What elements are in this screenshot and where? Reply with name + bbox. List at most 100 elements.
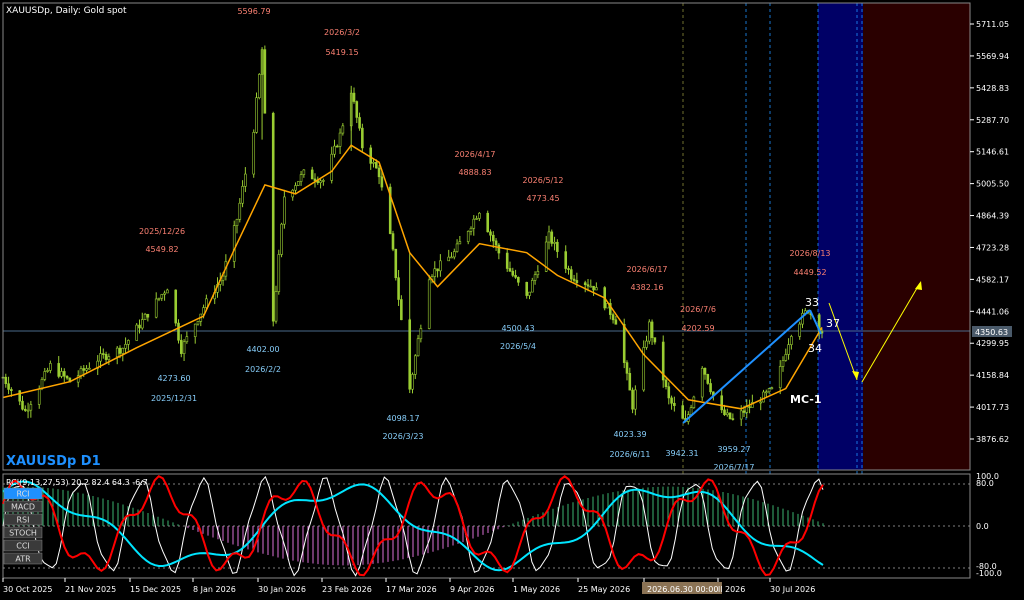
candle-body (196, 321, 200, 325)
candle-body (689, 407, 693, 415)
candle-body (380, 176, 384, 188)
candle-body (160, 294, 164, 299)
candle-body (46, 370, 49, 372)
candle-body (798, 323, 802, 337)
candle-body (252, 132, 256, 175)
indicator-button-label: CCI (16, 542, 30, 551)
indicator-tick-label: 80.0 (976, 479, 994, 488)
candle-body (280, 223, 283, 255)
candle-body (374, 161, 378, 169)
candle-body (241, 186, 244, 204)
low-annotation-date: 2026/3/23 (382, 432, 423, 441)
candle-body (193, 323, 197, 337)
date-tick-label: 30 Jan 2026 (258, 585, 306, 594)
price-tick-label: 4723.28 (976, 243, 1009, 252)
candle-body (179, 339, 183, 354)
high-annotation-price: 5419.15 (325, 48, 358, 57)
date-tick-label: 30 Jul 2026 (770, 585, 815, 594)
candle-body (361, 127, 364, 149)
candle-body (43, 371, 47, 380)
candle-body (647, 321, 651, 342)
high-annotation-date: 2026/3/2 (324, 28, 360, 37)
candle-body (88, 367, 91, 370)
candle-body (550, 231, 554, 244)
candle-body (143, 313, 147, 320)
price-tick-label: 4017.73 (976, 403, 1009, 412)
indicator-tick-label: -100.0 (976, 569, 1002, 578)
candle-body (127, 340, 130, 345)
candle-body (138, 324, 141, 329)
candle-body (458, 241, 462, 245)
candle-body (667, 386, 671, 399)
candle-body (739, 410, 743, 420)
date-tick-label: 8 Jan 2026 (193, 585, 236, 594)
date-tick-label: 9 Apr 2026 (450, 585, 494, 594)
candle-body (731, 418, 735, 420)
candle-body (586, 284, 590, 287)
wave-label-34: 34 (808, 342, 822, 355)
candle-body (622, 323, 626, 363)
candle-body (330, 153, 334, 181)
candle-body (413, 355, 417, 375)
date-tick-label: 15 Dec 2025 (130, 585, 181, 594)
candle-body (670, 397, 673, 404)
candle-body (567, 268, 570, 270)
candle-body (235, 219, 239, 226)
candle-body (277, 254, 281, 292)
candle-body (525, 281, 529, 296)
mc-label: MC-1 (790, 393, 822, 406)
low-annotation-date: 2025/12/31 (151, 394, 197, 403)
candle-body (709, 383, 712, 393)
candle-body (118, 347, 122, 354)
candle-body (592, 285, 595, 291)
candle-body (244, 173, 247, 187)
candle-body (299, 174, 303, 182)
candle-body (85, 368, 88, 371)
candle-body (728, 412, 732, 419)
candle-body (352, 92, 356, 102)
candle-body (21, 400, 24, 410)
candle-body (107, 356, 111, 360)
candle-body (631, 389, 634, 410)
candle-body (583, 282, 587, 286)
low-annotation-price: 3959.27 (717, 445, 750, 454)
date-tick-label: 30 Oct 2025 (3, 585, 52, 594)
candle-body (319, 180, 322, 183)
candle-body (394, 248, 398, 279)
candle-body (508, 268, 512, 272)
candle-body (528, 291, 531, 296)
candle-body (338, 132, 342, 147)
candle-body (681, 405, 685, 419)
indicator-button-label: STOCH (9, 529, 37, 538)
low-annotation-price: 4023.39 (613, 430, 646, 439)
forecast-zone-red (863, 3, 970, 470)
date-tick-label: ll 2026 (718, 585, 745, 594)
low-annotation-price: 4098.17 (386, 414, 419, 423)
candle-body (653, 337, 657, 343)
candle-body (784, 354, 788, 361)
candle-body (60, 371, 63, 377)
indicator-header: RCI(9,13,27,53) 20.2 82.4 64.3 -6.7 (6, 478, 148, 487)
candle-body (101, 353, 105, 355)
price-tick-label: 4864.39 (976, 212, 1009, 221)
date-tick-label: 23 Feb 2026 (322, 585, 372, 594)
chart: 5596.79 2026/3/2 5419.15 2026/4/17 4888.83 20… (0, 0, 1024, 600)
candle-body (7, 383, 10, 390)
high-annotation-price: 4549.82 (145, 245, 178, 254)
price-tick-label: 4582.17 (976, 275, 1009, 284)
low-annotation-date: 2026/7/17 (713, 463, 754, 472)
candle-body (10, 389, 13, 391)
candle-body (645, 340, 648, 348)
candle-body (177, 322, 180, 341)
candle-body (26, 409, 30, 412)
price-tick-label: 4158.84 (976, 371, 1009, 380)
candle-body (530, 280, 534, 293)
candle-body (511, 270, 515, 276)
price-tick-label: 3876.62 (976, 435, 1009, 444)
candle-body (18, 390, 22, 402)
candle-body (497, 244, 501, 254)
candle-body (556, 241, 559, 252)
candle-body (166, 289, 169, 294)
candle-body (274, 291, 278, 322)
candle-body (433, 268, 437, 277)
